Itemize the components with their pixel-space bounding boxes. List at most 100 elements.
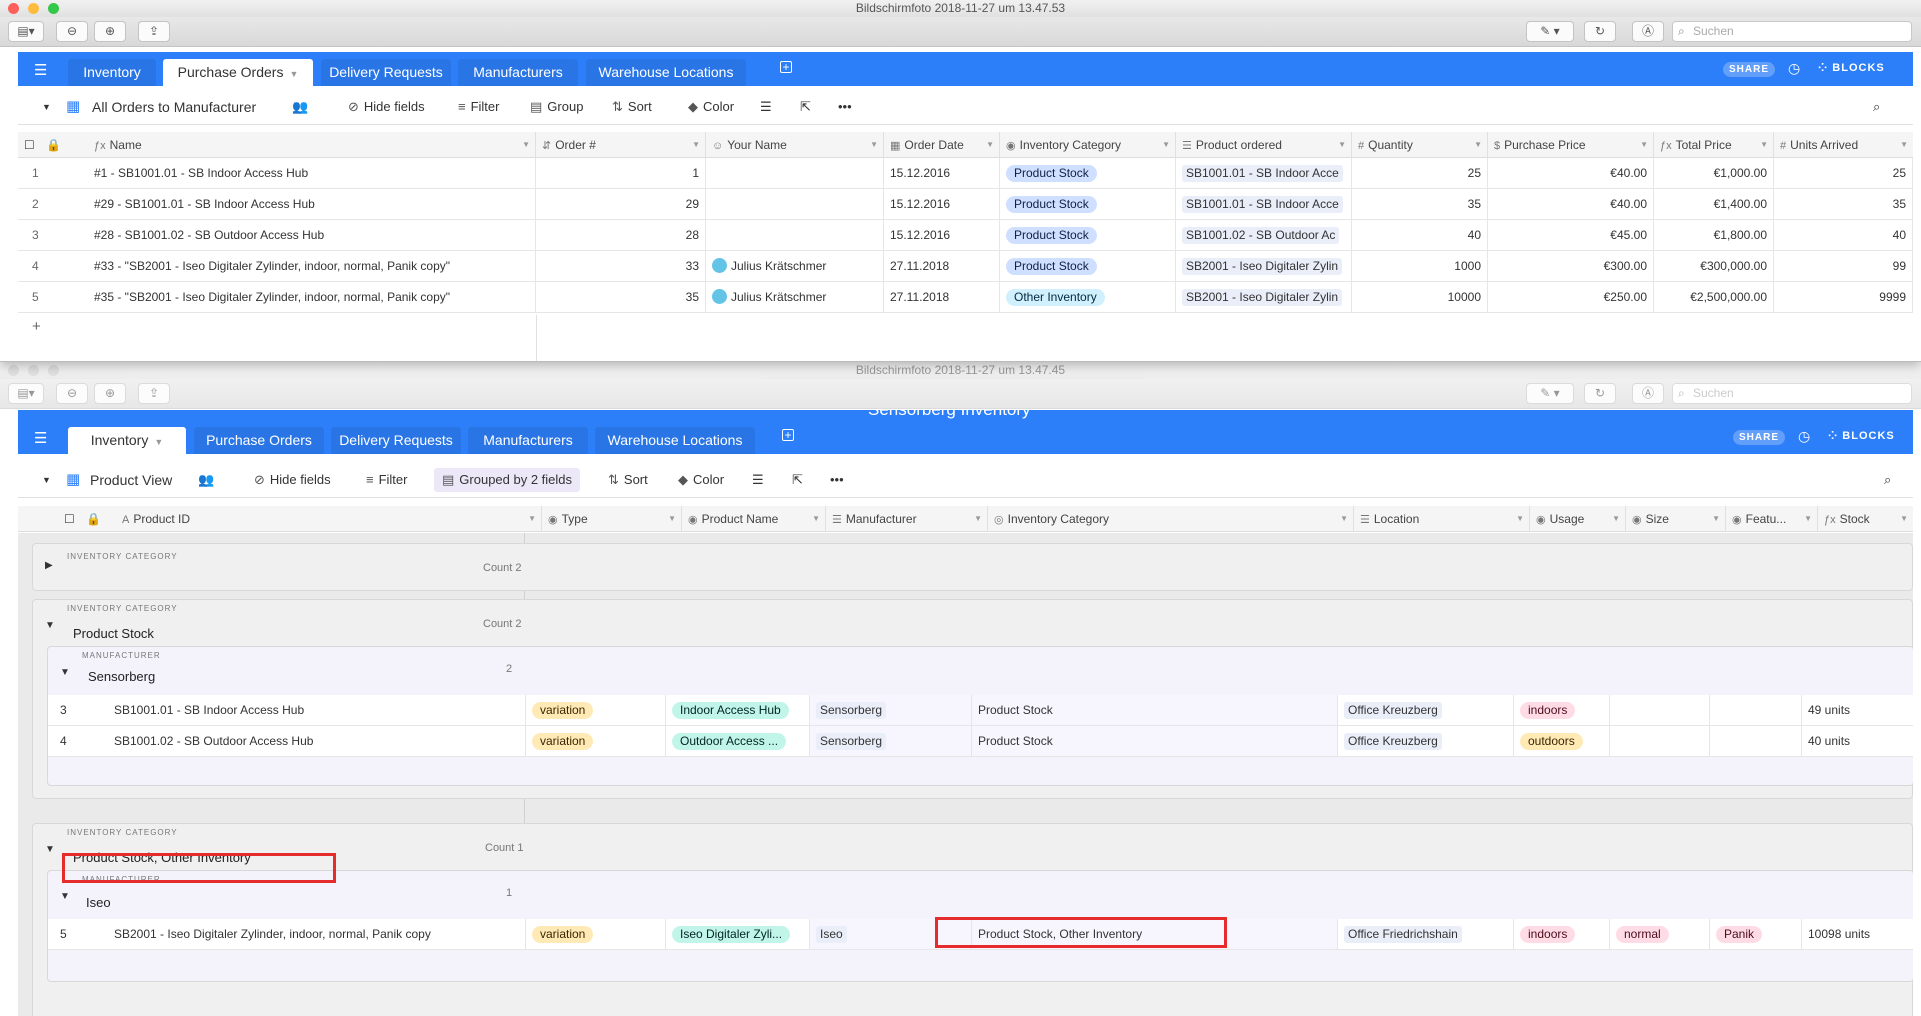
- more-icon[interactable]: •••: [838, 89, 852, 125]
- linked-record[interactable]: Office Kreuzberg: [1344, 702, 1442, 719]
- history-icon[interactable]: ◷: [1798, 428, 1810, 445]
- cell-stock[interactable]: 40 units: [1802, 726, 1913, 756]
- column-header-type[interactable]: ◉ Type ▼: [542, 506, 682, 532]
- cell-quantity[interactable]: 40: [1352, 220, 1488, 250]
- column-header-product-name[interactable]: ◉ Product Name ▼: [682, 506, 826, 532]
- cell-inventory-category[interactable]: Product Stock: [1000, 158, 1176, 188]
- cell-product-ordered[interactable]: SB1001.01 - SB Indoor Acce: [1176, 158, 1352, 188]
- history-icon[interactable]: ◷: [1788, 60, 1800, 77]
- collapse-subgroup-icon[interactable]: ▼: [60, 891, 70, 902]
- chevron-down-icon[interactable]: ▼: [1516, 506, 1524, 532]
- cell-inventory-category[interactable]: Product Stock: [972, 695, 1338, 725]
- column-header-features[interactable]: ◉ Featu... ▼: [1726, 506, 1818, 532]
- cell-usage[interactable]: indoors: [1514, 695, 1610, 725]
- cell-order-number[interactable]: 33: [536, 251, 706, 281]
- linked-record[interactable]: Sensorberg: [816, 733, 887, 750]
- chevron-down-icon[interactable]: ▼: [1804, 506, 1812, 532]
- cell-location[interactable]: Office Kreuzberg: [1338, 726, 1514, 756]
- chevron-down-icon[interactable]: ▼: [1712, 506, 1720, 532]
- filter-button[interactable]: ≡ Filter: [458, 89, 499, 125]
- close-window-button[interactable]: [8, 3, 19, 14]
- cell-total-price[interactable]: €1,400.00: [1654, 189, 1774, 219]
- annotate-button[interactable]: Ⓐ: [1632, 21, 1664, 42]
- linked-record[interactable]: SB1001.02 - SB Outdoor Ac: [1182, 227, 1340, 244]
- cell-inventory-category[interactable]: Other Inventory: [1000, 282, 1176, 312]
- cell-features[interactable]: Panik: [1710, 919, 1802, 949]
- annotate-button[interactable]: Ⓐ: [1632, 383, 1664, 404]
- table-row[interactable]: 4 SB1001.02 - SB Outdoor Access Hub variat…: [48, 726, 1913, 757]
- more-icon[interactable]: •••: [830, 462, 844, 498]
- linked-record[interactable]: Iseo: [816, 926, 847, 943]
- close-window-button[interactable]: [8, 365, 19, 376]
- tab-manufacturers[interactable]: Manufacturers: [468, 427, 588, 454]
- linked-record[interactable]: SB1001.01 - SB Indoor Acce: [1182, 165, 1343, 182]
- cell-inventory-category[interactable]: Product Stock: [1000, 220, 1176, 250]
- blocks-button[interactable]: ⁘ BLOCKS: [1818, 61, 1885, 74]
- view-switcher-caret-icon[interactable]: ▼: [42, 89, 51, 125]
- collaborators-icon[interactable]: 👥: [292, 89, 308, 125]
- cell-features[interactable]: [1710, 695, 1802, 725]
- cell-usage[interactable]: outdoors: [1514, 726, 1610, 756]
- chevron-down-icon[interactable]: ▼: [528, 506, 536, 532]
- collapse-subgroup-icon[interactable]: ▼: [60, 667, 70, 678]
- cell-purchase-price[interactable]: €250.00: [1488, 282, 1654, 312]
- column-header-purchase-price[interactable]: $ Purchase Price ▼: [1488, 132, 1654, 158]
- cell-units-arrived[interactable]: 25: [1774, 158, 1913, 188]
- tab-inventory[interactable]: Inventory: [68, 59, 156, 86]
- cell-product-name[interactable]: Outdoor Access ...: [666, 726, 810, 756]
- column-header-manufacturer[interactable]: ☰ Manufacturer ▼: [826, 506, 988, 532]
- group-button[interactable]: ▤ Grouped by 2 fields: [434, 468, 581, 492]
- cell-your-name[interactable]: [706, 220, 884, 250]
- table-row[interactable]: 3 #28 - SB1001.02 - SB Outdoor Access Hub…: [18, 220, 1913, 251]
- chevron-down-icon[interactable]: ▼: [986, 132, 994, 158]
- cell-total-price[interactable]: €1,800.00: [1654, 220, 1774, 250]
- cell-manufacturer[interactable]: Sensorberg: [810, 726, 972, 756]
- cell-type[interactable]: variation: [526, 919, 666, 949]
- cell-purchase-price[interactable]: €45.00: [1488, 220, 1654, 250]
- share-button[interactable]: SHARE: [1723, 62, 1776, 77]
- tab-delivery-requests[interactable]: Delivery Requests: [331, 427, 461, 454]
- row-number[interactable]: 4: [48, 726, 108, 756]
- collapse-group-icon[interactable]: ▼: [45, 844, 55, 855]
- share-icon-button[interactable]: ⇪: [138, 21, 170, 42]
- tab-warehouse-locations[interactable]: Warehouse Locations: [595, 427, 755, 454]
- cell-stock[interactable]: 10098 units: [1802, 919, 1913, 949]
- chevron-down-icon[interactable]: ▼: [1340, 506, 1348, 532]
- cell-product-name[interactable]: Iseo Digitaler Zyli...: [666, 919, 810, 949]
- chevron-down-icon[interactable]: ▼: [154, 437, 163, 447]
- cell-product-id[interactable]: SB1001.01 - SB Indoor Access Hub: [108, 695, 526, 725]
- cell-units-arrived[interactable]: 9999: [1774, 282, 1913, 312]
- row-number[interactable]: 2: [18, 189, 88, 219]
- cell-type[interactable]: variation: [526, 726, 666, 756]
- minimize-window-button[interactable]: [28, 365, 39, 376]
- cell-purchase-price[interactable]: €300.00: [1488, 251, 1654, 281]
- table-row[interactable]: 1 #1 - SB1001.01 - SB Indoor Access Hub 1 1…: [18, 158, 1913, 189]
- cell-usage[interactable]: indoors: [1514, 919, 1610, 949]
- cell-quantity[interactable]: 35: [1352, 189, 1488, 219]
- chevron-down-icon[interactable]: ▼: [692, 132, 700, 158]
- cell-inventory-category[interactable]: Product Stock: [972, 726, 1338, 756]
- chevron-down-icon[interactable]: ▼: [1900, 506, 1908, 532]
- cell-total-price[interactable]: €2,500,000.00: [1654, 282, 1774, 312]
- cell-quantity[interactable]: 10000: [1352, 282, 1488, 312]
- cell-order-date[interactable]: 27.11.2018: [884, 282, 1000, 312]
- chevron-down-icon[interactable]: ▼: [1474, 132, 1482, 158]
- row-number[interactable]: 3: [48, 695, 108, 725]
- add-row-button[interactable]: +: [32, 318, 41, 335]
- chevron-down-icon[interactable]: ▼: [1640, 132, 1648, 158]
- linked-record[interactable]: Office Friedrichshain: [1344, 926, 1462, 943]
- table-row[interactable]: 2 #29 - SB1001.01 - SB Indoor Access Hub 2…: [18, 189, 1913, 220]
- chevron-down-icon[interactable]: ▼: [1760, 132, 1768, 158]
- tab-manufacturers[interactable]: Manufacturers: [458, 59, 578, 86]
- share-icon-button[interactable]: ⇪: [138, 383, 170, 404]
- menu-icon[interactable]: ☰: [34, 429, 47, 447]
- column-header-inventory-category[interactable]: ◉ Inventory Category ▼: [1000, 132, 1176, 158]
- cell-name[interactable]: #35 - "SB2001 - Iseo Digitaler Zylinder,…: [88, 282, 536, 312]
- cell-units-arrived[interactable]: 40: [1774, 220, 1913, 250]
- sidebar-toggle-button[interactable]: ▤▾: [8, 21, 44, 42]
- cell-purchase-price[interactable]: €40.00: [1488, 158, 1654, 188]
- minimize-window-button[interactable]: [28, 3, 39, 14]
- cell-product-ordered[interactable]: SB1001.01 - SB Indoor Acce: [1176, 189, 1352, 219]
- sort-button[interactable]: ⇅ Sort: [612, 89, 652, 125]
- column-header-product-ordered[interactable]: ☰ Product ordered ▼: [1176, 132, 1352, 158]
